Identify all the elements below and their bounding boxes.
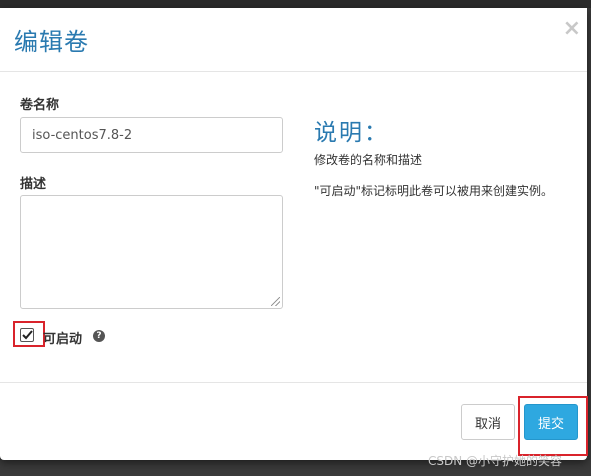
textarea-resize-handle[interactable] xyxy=(271,297,280,306)
bootable-label: 可启动 xyxy=(43,332,83,347)
help-icon[interactable]: ? xyxy=(93,330,105,342)
edit-volume-dialog: 编辑卷 × 卷名称 描述 可启动 ? 说明： 修改卷的名称和描述 "可启动"标记… xyxy=(0,8,587,460)
dialog-header: 编辑卷 × xyxy=(0,8,587,72)
dialog-title: 编辑卷 xyxy=(14,28,89,56)
description-label: 描述 xyxy=(20,177,47,192)
help-heading: 说明： xyxy=(314,120,389,146)
close-icon[interactable]: × xyxy=(563,18,581,40)
checkbox-highlight-box xyxy=(13,321,45,347)
cancel-button[interactable]: 取消 xyxy=(461,404,515,440)
submit-highlight-box xyxy=(518,396,588,456)
help-text-line1: 修改卷的名称和描述 xyxy=(314,153,423,167)
volume-name-input[interactable] xyxy=(20,117,283,153)
watermark: CSDN @小守护她的笑容 xyxy=(428,454,563,468)
backdrop xyxy=(0,0,591,8)
description-textarea[interactable] xyxy=(20,195,283,309)
help-text-line2: "可启动"标记标明此卷可以被用来创建实例。 xyxy=(314,184,554,198)
volume-name-label: 卷名称 xyxy=(20,98,60,113)
footer-divider xyxy=(0,382,587,383)
